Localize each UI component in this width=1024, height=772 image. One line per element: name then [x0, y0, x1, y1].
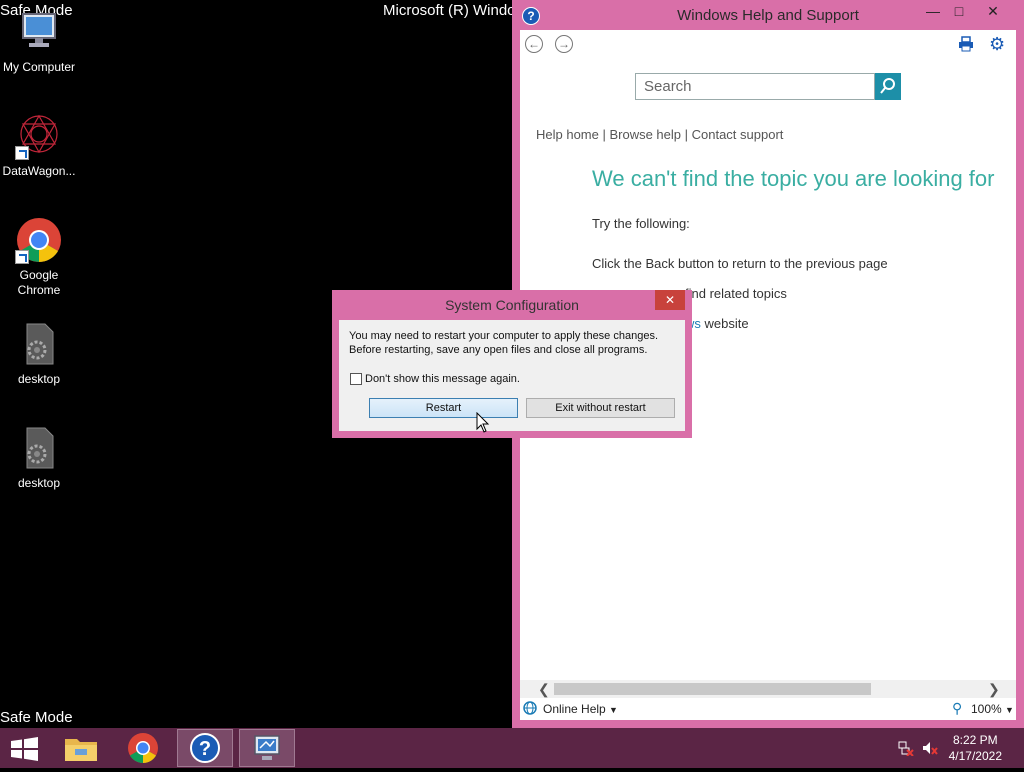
start-icon: [11, 737, 38, 761]
help-titlebar[interactable]: ? Windows Help and Support — □ ✕: [512, 0, 1024, 30]
chrome-icon: [128, 733, 158, 764]
find-topics-text: find related topics: [685, 286, 787, 301]
svg-text:?: ?: [199, 738, 211, 760]
taskbar: ? 8:22 PM 4/17/2022: [0, 728, 1024, 768]
close-button[interactable]: ✕: [978, 0, 1008, 22]
back-arrow-icon[interactable]: ←: [525, 35, 543, 53]
scroll-right-icon[interactable]: ❯: [988, 680, 1000, 698]
zoom-dropdown[interactable]: 100% ▼: [971, 702, 1014, 716]
desktop-icon-label: DataWagon...: [2, 164, 76, 178]
desktop-icon-chrome[interactable]: Google Chrome: [0, 216, 79, 298]
maximize-button[interactable]: □: [944, 0, 974, 22]
website-suffix: website: [700, 316, 749, 331]
page-title: We can't find the topic you are looking …: [592, 166, 995, 191]
taskbar-clock[interactable]: 8:22 PM 4/17/2022: [949, 732, 1002, 764]
status-bar: Online Help ▼ ⚲ 100% ▼: [520, 698, 1016, 720]
online-help-dropdown[interactable]: Online Help ▼: [543, 702, 618, 716]
dialog-message: You may need to restart your computer to…: [349, 329, 658, 357]
chevron-down-icon: ▼: [609, 705, 618, 715]
datawagon-icon: [15, 112, 63, 160]
horizontal-scrollbar[interactable]: ❮ ❯: [520, 680, 1016, 698]
dialog-body: You may need to restart your computer to…: [339, 320, 685, 431]
volume-muted-icon[interactable]: [922, 740, 938, 761]
shortcut-arrow-icon: [15, 146, 29, 160]
computer-icon: [15, 8, 63, 56]
taskbar-system-config[interactable]: [239, 729, 295, 767]
restart-button[interactable]: Restart: [369, 398, 518, 418]
dialog-title: System Configuration: [445, 297, 579, 313]
chrome-icon: [15, 216, 63, 264]
taskbar-file-explorer[interactable]: [53, 729, 109, 767]
clock-date: 4/17/2022: [948, 749, 1002, 763]
settings-file-icon: [15, 320, 63, 368]
dialog-message-line-1: You may need to restart your computer to…: [349, 330, 658, 342]
mouse-cursor-icon: [476, 411, 490, 439]
back-instruction-text: Click the Back button to return to the p…: [592, 256, 888, 271]
settings-file-icon: [15, 424, 63, 472]
exit-without-restart-button[interactable]: Exit without restart: [526, 398, 675, 418]
online-help-icon: [523, 701, 537, 715]
try-following-text: Try the following:: [592, 216, 690, 231]
chevron-down-icon: ▼: [1005, 705, 1014, 715]
start-button[interactable]: [0, 729, 56, 767]
website-text: ws website: [685, 316, 749, 331]
dialog-message-line-2: Before restarting, save any open files a…: [349, 344, 648, 356]
shortcut-arrow-icon: [15, 250, 29, 264]
dont-show-checkbox-label[interactable]: Don't show this message again.: [365, 373, 520, 385]
desktop-icon-label: My Computer: [2, 60, 76, 74]
desktop-icon-datawagon[interactable]: DataWagon...: [0, 112, 79, 179]
system-title-text: Microsoft (R) Windo: [383, 2, 516, 19]
clock-time: 8:22 PM: [952, 733, 998, 747]
desktop-icon-my-computer[interactable]: My Computer: [0, 8, 79, 75]
search-button[interactable]: [875, 73, 901, 100]
system-configuration-dialog: System Configuration ✕ You may need to r…: [332, 290, 692, 438]
search-icon: [880, 78, 895, 94]
desktop-icon-label: Google Chrome: [17, 268, 61, 297]
desktop-icon-label: desktop: [17, 476, 61, 490]
help-icon: ?: [190, 733, 220, 763]
breadcrumb[interactable]: Help home | Browse help | Contact suppor…: [536, 127, 783, 142]
scroll-left-icon[interactable]: ❮: [538, 680, 550, 698]
dont-show-checkbox[interactable]: [350, 373, 362, 385]
system-config-icon: [254, 735, 280, 760]
taskbar-chrome[interactable]: [115, 729, 171, 767]
desktop-icon-desktop-1[interactable]: desktop: [0, 320, 79, 387]
forward-arrow-icon[interactable]: →: [555, 35, 573, 53]
taskbar-help-support[interactable]: ?: [177, 729, 233, 767]
network-icon[interactable]: [898, 740, 914, 761]
scrollbar-thumb[interactable]: [554, 683, 871, 695]
search-input[interactable]: Search: [635, 73, 875, 100]
gear-icon[interactable]: ⚙: [989, 35, 1005, 53]
desktop-icon-label: desktop: [17, 372, 61, 386]
dialog-close-button[interactable]: ✕: [655, 290, 685, 310]
zoom-level: 100%: [971, 702, 1002, 716]
print-icon[interactable]: [958, 36, 974, 57]
safe-mode-label-bottom: Safe Mode: [0, 709, 73, 726]
file-explorer-icon: [65, 739, 97, 761]
zoom-icon: ⚲: [952, 700, 963, 716]
desktop-icon-desktop-2[interactable]: desktop: [0, 424, 79, 491]
online-help-label: Online Help: [543, 702, 606, 716]
